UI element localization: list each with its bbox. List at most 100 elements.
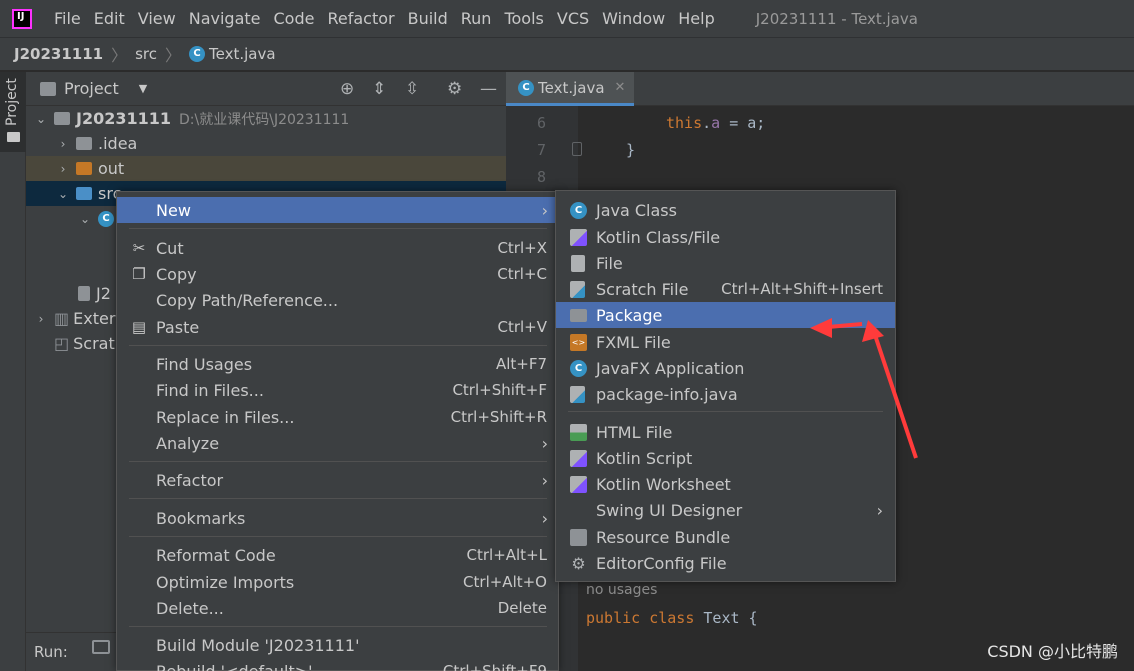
menu-refactor[interactable]: Refactor xyxy=(327,9,394,28)
menu-item-refactor[interactable]: Refactor › xyxy=(117,467,558,493)
tree-item-project-root[interactable]: ⌄ J20231111 D:\就业课代码\J20231111 xyxy=(26,106,506,131)
menu-item-bookmarks[interactable]: Bookmarks › xyxy=(117,505,558,531)
submenu-item-javafx-application[interactable]: C JavaFX Application xyxy=(556,355,895,381)
menu-item-copy-path[interactable]: Copy Path/Reference... xyxy=(117,287,558,313)
menu-item-optimize-imports[interactable]: Optimize Imports Ctrl+Alt+O xyxy=(117,569,558,595)
expand-all-icon[interactable]: ⇕ xyxy=(372,80,386,98)
menu-bar: IJ File Edit View Navigate Code Refactor… xyxy=(0,0,1134,37)
run-label[interactable]: Run: xyxy=(34,643,68,661)
console-icon[interactable] xyxy=(92,640,110,654)
chevron-down-icon[interactable]: ⌄ xyxy=(78,212,92,226)
menu-item-build-module[interactable]: Build Module 'J20231111' xyxy=(117,632,558,658)
new-submenu: C Java Class Kotlin Class/File File Scra… xyxy=(555,190,896,582)
menu-item-find-usages[interactable]: Find Usages Alt+F7 xyxy=(117,351,558,377)
breadcrumb: J20231111 〉 src 〉 C Text.java xyxy=(0,37,1134,71)
breadcrumb-project[interactable]: J20231111 xyxy=(14,45,103,63)
menu-vcs[interactable]: VCS xyxy=(557,9,589,28)
menu-item-delete[interactable]: Delete... Delete xyxy=(117,595,558,621)
submenu-item-label: Package xyxy=(596,305,663,325)
menu-build[interactable]: Build xyxy=(408,9,448,28)
menu-item-analyze[interactable]: Analyze › xyxy=(117,430,558,456)
submenu-arrow-icon: › xyxy=(541,433,548,453)
chevron-right-icon[interactable]: › xyxy=(56,137,70,151)
menu-file[interactable]: File xyxy=(54,9,81,28)
close-icon[interactable]: ✕ xyxy=(615,80,626,95)
breadcrumb-file[interactable]: Text.java xyxy=(209,45,276,63)
context-menu: New › ✂ Cut Ctrl+X ❐ Copy Ctrl+C Copy Pa… xyxy=(116,191,559,671)
menu-item-find-in-files[interactable]: Find in Files... Ctrl+Shift+F xyxy=(117,377,558,403)
line-number: 6 xyxy=(536,114,546,132)
menu-navigate[interactable]: Navigate xyxy=(189,9,261,28)
submenu-item-fxml-file[interactable]: <> FXML File xyxy=(556,329,895,355)
submenu-item-kotlin-script[interactable]: Kotlin Script xyxy=(556,445,895,471)
submenu-item-editorconfig-file[interactable]: ⚙ EditorConfig File xyxy=(556,550,895,576)
minimize-icon[interactable]: — xyxy=(480,80,497,98)
menu-item-cut[interactable]: ✂ Cut Ctrl+X xyxy=(117,235,558,261)
project-view-selector[interactable]: Project ▼ xyxy=(40,79,147,98)
menu-item-shortcut: Delete xyxy=(497,599,547,617)
code-line-7[interactable]: } xyxy=(626,141,635,159)
menu-item-reformat-code[interactable]: Reformat Code Ctrl+Alt+L xyxy=(117,542,558,568)
tree-item-idea[interactable]: › .idea xyxy=(26,131,506,156)
locate-icon[interactable]: ⊕ xyxy=(340,80,354,98)
tree-item-out[interactable]: › out xyxy=(26,156,506,181)
menu-item-shortcut: Ctrl+Shift+F9 xyxy=(442,662,547,671)
code-class-declaration[interactable]: public class Text { xyxy=(586,609,758,627)
menu-item-replace-in-files[interactable]: Replace in Files... Ctrl+Shift+R xyxy=(117,404,558,430)
menu-code[interactable]: Code xyxy=(274,9,315,28)
menu-item-label: Rebuild '<default>' xyxy=(156,661,313,671)
menu-tools[interactable]: Tools xyxy=(504,9,543,28)
project-tool-label[interactable]: Project xyxy=(4,78,20,126)
tree-item-label: .idea xyxy=(98,134,138,153)
menu-window[interactable]: Window xyxy=(602,9,665,28)
line-number: 8 xyxy=(536,168,546,186)
chevron-right-icon[interactable]: › xyxy=(34,312,48,326)
menu-item-new[interactable]: New › xyxy=(117,197,558,223)
submenu-item-kotlin-class[interactable]: Kotlin Class/File xyxy=(556,224,895,250)
submenu-item-kotlin-worksheet[interactable]: Kotlin Worksheet xyxy=(556,471,895,497)
submenu-item-package-info[interactable]: package-info.java xyxy=(556,381,895,407)
editor-tab-text-java[interactable]: C Text.java ✕ xyxy=(506,72,634,106)
submenu-item-shortcut: Ctrl+Alt+Shift+Insert xyxy=(721,280,883,298)
menu-item-label: Paste xyxy=(156,317,200,337)
tree-item-path: D:\就业课代码\J20231111 xyxy=(179,111,350,128)
code-field: a xyxy=(711,114,721,132)
chevron-down-icon[interactable]: ⌄ xyxy=(56,187,70,201)
fold-marker-icon[interactable] xyxy=(572,142,582,156)
breadcrumb-folder[interactable]: src xyxy=(135,45,157,63)
menu-item-label: Replace in Files... xyxy=(156,407,295,427)
module-folder-icon xyxy=(54,112,70,125)
code-line-6[interactable]: this.a = a; xyxy=(666,114,765,132)
submenu-item-label: Java Class xyxy=(596,200,677,220)
menu-run[interactable]: Run xyxy=(461,9,492,28)
menu-edit[interactable]: Edit xyxy=(94,9,125,28)
menu-item-copy[interactable]: ❐ Copy Ctrl+C xyxy=(117,261,558,287)
menu-separator xyxy=(129,228,547,229)
submenu-item-resource-bundle[interactable]: Resource Bundle xyxy=(556,524,895,550)
submenu-item-label: package-info.java xyxy=(596,384,738,404)
menu-item-label: Find in Files... xyxy=(156,380,264,400)
submenu-item-label: EditorConfig File xyxy=(596,553,727,573)
collapse-all-icon[interactable]: ⇳ xyxy=(405,80,419,98)
menu-view[interactable]: View xyxy=(138,9,176,28)
submenu-item-label: Kotlin Worksheet xyxy=(596,474,731,494)
submenu-item-swing-ui-designer[interactable]: Swing UI Designer › xyxy=(556,497,895,523)
package-icon xyxy=(570,309,587,322)
chevron-right-icon[interactable]: › xyxy=(56,162,70,176)
submenu-item-html-file[interactable]: HTML File xyxy=(556,419,895,445)
menu-item-shortcut: Ctrl+X xyxy=(497,239,547,257)
menu-item-rebuild[interactable]: Rebuild '<default>' Ctrl+Shift+F9 xyxy=(117,658,558,671)
submenu-item-package[interactable]: Package xyxy=(556,302,895,328)
menu-item-label: Copy Path/Reference... xyxy=(156,290,339,310)
usages-hint[interactable]: no usages xyxy=(586,582,657,598)
submenu-item-file[interactable]: File xyxy=(556,250,895,276)
menu-help[interactable]: Help xyxy=(678,9,714,28)
menu-item-paste[interactable]: ▤ Paste Ctrl+V xyxy=(117,314,558,340)
gear-icon[interactable]: ⚙ xyxy=(447,80,462,98)
chevron-down-icon[interactable]: ⌄ xyxy=(34,112,48,126)
submenu-item-label: Kotlin Script xyxy=(596,448,693,468)
submenu-item-java-class[interactable]: C Java Class xyxy=(556,197,895,223)
submenu-item-scratch-file[interactable]: Scratch File Ctrl+Alt+Shift+Insert xyxy=(556,276,895,302)
menu-item-label: Bookmarks xyxy=(156,508,246,528)
java-class-icon: C xyxy=(518,79,534,96)
